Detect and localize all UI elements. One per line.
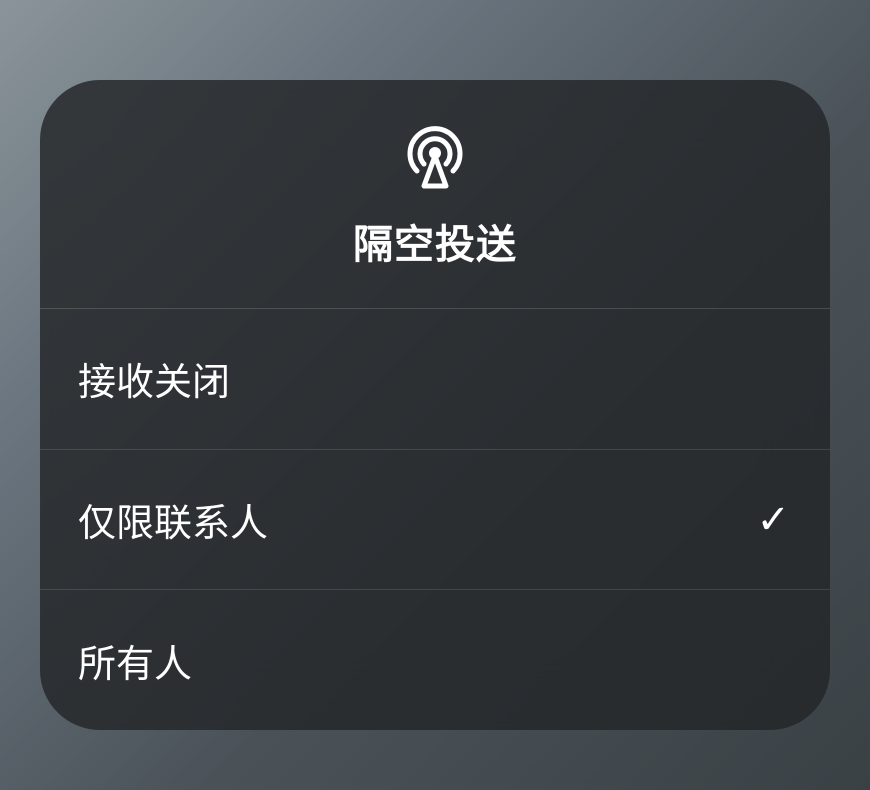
option-label: 所有人	[78, 633, 192, 688]
airdrop-settings-modal: 隔空投送 接收关闭 ✓ 仅限联系人 ✓ 所有人 ✓	[40, 80, 830, 730]
option-everyone[interactable]: 所有人 ✓	[40, 590, 830, 730]
option-contacts-only[interactable]: 仅限联系人 ✓	[40, 450, 830, 591]
option-label: 接收关闭	[78, 351, 230, 406]
airdrop-icon	[400, 120, 470, 190]
modal-header: 隔空投送	[40, 80, 830, 309]
option-label: 仅限联系人	[78, 492, 268, 547]
checkmark-icon: ✓	[756, 497, 790, 543]
modal-title: 隔空投送	[353, 212, 517, 270]
option-receiving-off[interactable]: 接收关闭 ✓	[40, 309, 830, 450]
